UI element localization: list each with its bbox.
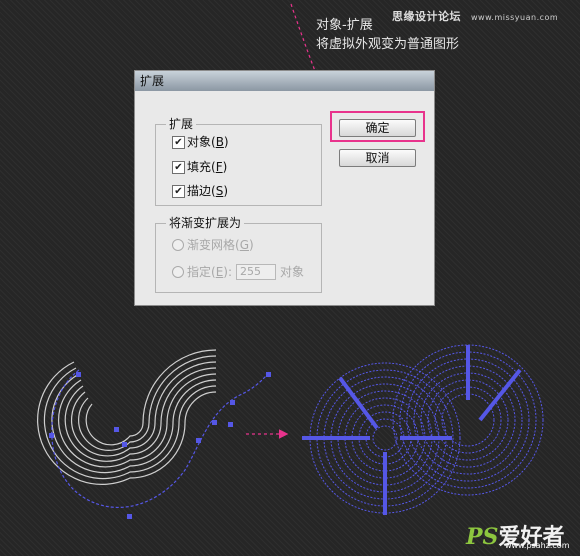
gradient-group: 将渐变扩展为 渐变网格(G) 指定(E): 255 对象 xyxy=(155,216,322,293)
radio-specify-circle[interactable] xyxy=(172,266,184,278)
radio-gradient-mesh-label: 渐变网格( xyxy=(187,238,240,252)
gradient-group-legend: 将渐变扩展为 xyxy=(166,216,245,230)
ok-highlight-box xyxy=(330,111,425,142)
checkbox-fill-key: F xyxy=(215,160,223,174)
checkbox-object-label: 对象( xyxy=(187,135,216,149)
radio-specify-close: ): xyxy=(223,265,233,279)
expand-dialog: 扩展 扩展 ✔ 对象(B) ✔ 填充(F) ✔ 描边(S) 将渐变扩展为 渐变网… xyxy=(134,70,435,306)
radio-specify[interactable]: 指定(E): 255 对象 xyxy=(172,264,304,280)
checkbox-object-close: ) xyxy=(223,135,229,149)
radio-gradient-mesh[interactable]: 渐变网格(G) xyxy=(172,237,254,253)
checkbox-stroke-key: S xyxy=(215,184,224,198)
radio-gradient-mesh-circle[interactable] xyxy=(172,239,184,251)
checkbox-fill-close: ) xyxy=(222,160,228,174)
checkbox-fill-box[interactable]: ✔ xyxy=(172,160,185,174)
dialog-titlebar[interactable]: 扩展 xyxy=(135,71,434,91)
specify-value-field[interactable]: 255 xyxy=(236,264,277,280)
checkbox-stroke-label: 描边( xyxy=(187,184,216,198)
logo-ps: PS xyxy=(466,524,499,550)
cancel-button[interactable]: 取消 xyxy=(339,149,416,167)
spiral-shape-right xyxy=(302,344,544,515)
checkbox-stroke-box[interactable]: ✔ xyxy=(172,184,185,198)
spiral-shape-left xyxy=(36,349,271,519)
radio-gradient-mesh-key: G xyxy=(239,238,249,252)
checkbox-stroke[interactable]: ✔ 描边(S) xyxy=(172,183,228,199)
checkbox-fill[interactable]: ✔ 填充(F) xyxy=(172,159,227,175)
specify-unit-label: 对象 xyxy=(280,265,305,279)
expand-group-legend: 扩展 xyxy=(166,117,197,131)
expand-group: 扩展 ✔ 对象(B) ✔ 填充(F) ✔ 描边(S) xyxy=(155,117,322,206)
annotation-line1: 对象-扩展 xyxy=(316,18,373,33)
radio-gradient-mesh-close: ) xyxy=(249,238,254,252)
radio-specify-label: 指定( xyxy=(187,265,216,279)
checkbox-object-key: B xyxy=(215,135,224,149)
annotation: 对象-扩展 将虚拟外观变为普通图形 xyxy=(316,16,459,54)
annotation-line2: 将虚拟外观变为普通图形 xyxy=(316,37,460,52)
checkbox-object[interactable]: ✔ 对象(B) xyxy=(172,134,229,150)
checkbox-fill-label: 填充( xyxy=(187,160,216,174)
checkbox-object-box[interactable]: ✔ xyxy=(172,135,185,149)
logo-url: www.psahz.com xyxy=(505,541,570,550)
radio-specify-key: E xyxy=(215,265,224,279)
watermark-site-url: www.missyuan.com xyxy=(471,13,559,22)
checkbox-stroke-close: ) xyxy=(223,184,228,198)
